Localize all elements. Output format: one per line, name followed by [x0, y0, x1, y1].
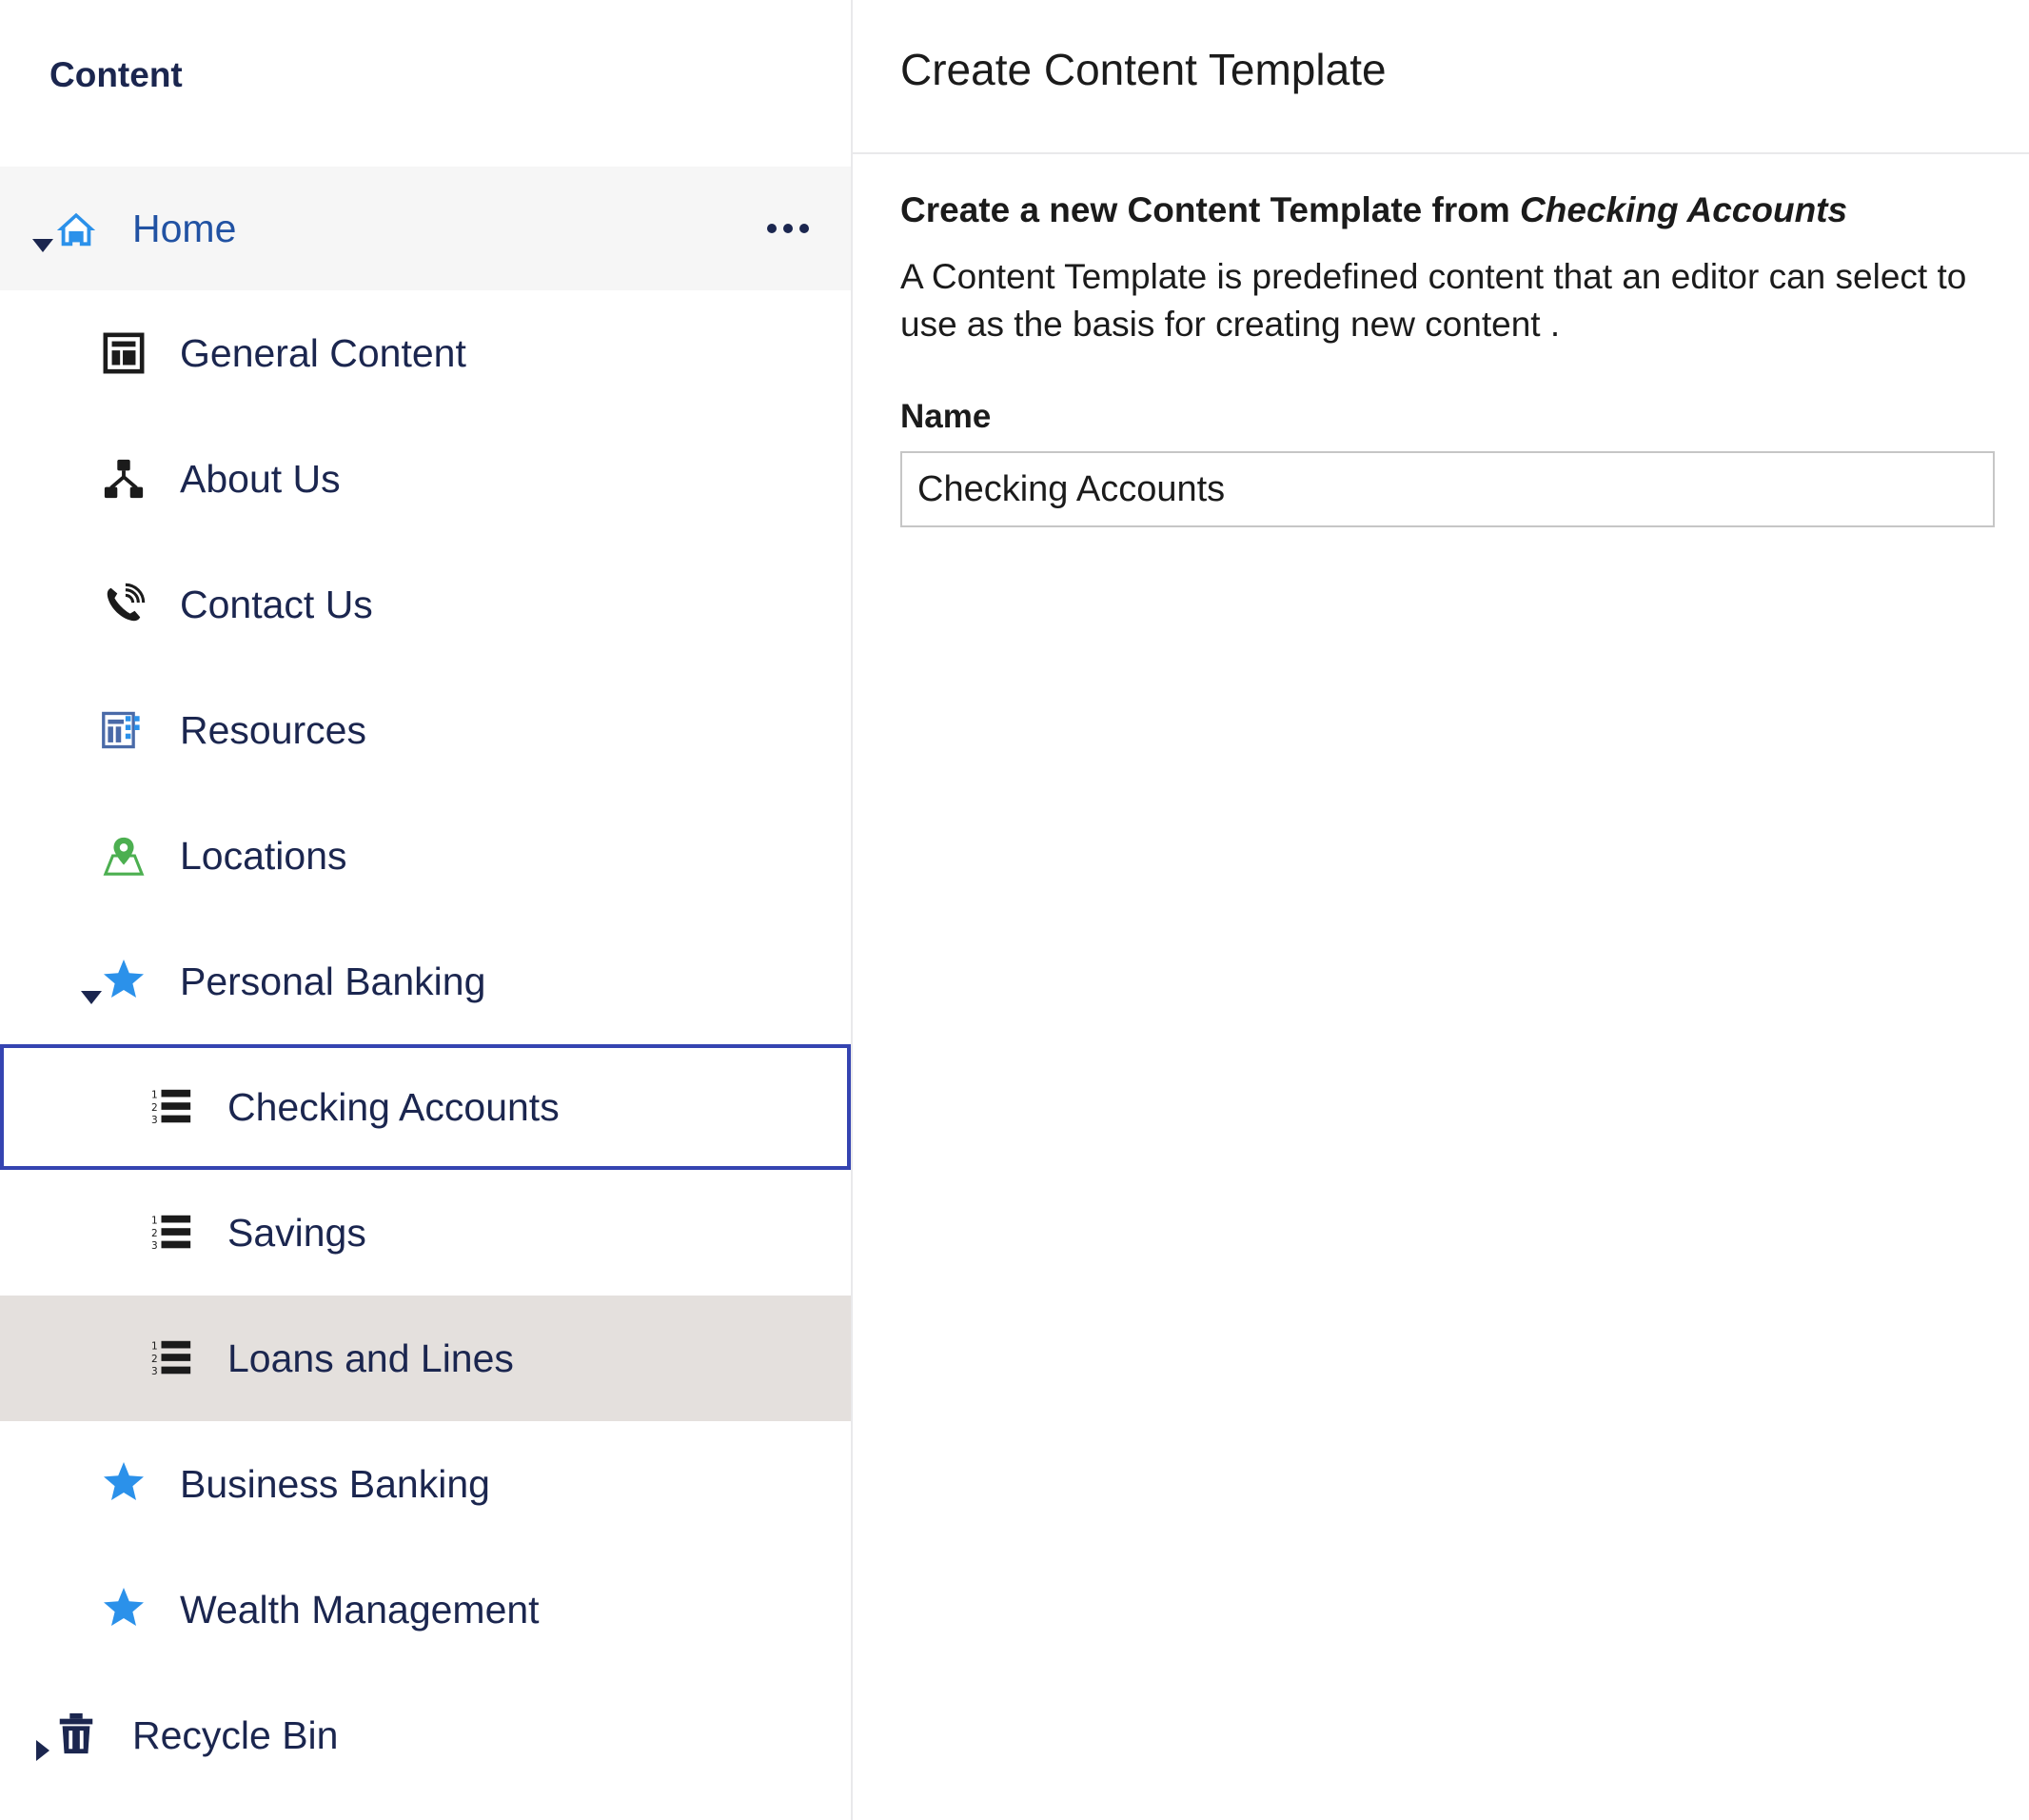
panel-header: Create Content Template — [853, 0, 2029, 154]
ordered-list-icon: 1 23 — [149, 1335, 195, 1381]
svg-text:1: 1 — [151, 1215, 158, 1226]
tree-item-label: Savings — [227, 1210, 366, 1255]
tree-item-label: About Us — [180, 456, 341, 501]
panel-description: A Content Template is predefined content… — [900, 257, 1967, 344]
tree-item-label: Checking Accounts — [227, 1084, 560, 1129]
panel-body: Create a new Content Template from Check… — [900, 190, 1995, 527]
svg-text:2: 2 — [151, 1228, 158, 1239]
create-template-panel: Create Content Template Create a new Con… — [853, 0, 2029, 1820]
home-icon — [53, 207, 99, 252]
tree-item-personal-banking[interactable]: Personal Banking — [0, 919, 851, 1044]
more-options-button[interactable] — [767, 224, 809, 233]
tree-item-resources[interactable]: Resources — [0, 667, 851, 793]
content-tree-sidebar: Content Home General Content About Us Co… — [0, 0, 853, 1820]
panel-subheading: Create a new Content Template from Check… — [900, 190, 1995, 230]
svg-text:3: 3 — [151, 1366, 158, 1377]
svg-text:1: 1 — [151, 1340, 158, 1352]
tree-item-contact-us[interactable]: Contact Us — [0, 542, 851, 667]
tree-item-label: Business Banking — [180, 1461, 490, 1506]
section-title: Content — [49, 55, 183, 94]
star-icon — [101, 1585, 147, 1631]
subheading-prefix: Create a new Content Template from — [900, 190, 1521, 229]
tree-item-checking-accounts[interactable]: 1 23 Checking Accounts — [0, 1044, 851, 1170]
tree-item-business-banking[interactable]: Business Banking — [0, 1421, 851, 1547]
tree-item-label: Contact Us — [180, 582, 373, 626]
template-name-input[interactable] — [900, 451, 1995, 527]
tree-item-about-us[interactable]: About Us — [0, 416, 851, 542]
tree-item-loans-and-lines[interactable]: 1 23 Loans and Lines — [0, 1296, 851, 1421]
map-pin-icon — [101, 833, 147, 879]
svg-text:2: 2 — [151, 1102, 158, 1114]
resources-icon — [101, 707, 147, 753]
expand-caret-icon[interactable] — [36, 1740, 49, 1761]
content-tree: Home General Content About Us Contact Us — [0, 167, 851, 1798]
ordered-list-icon: 1 23 — [149, 1084, 195, 1130]
tree-item-label: Recycle Bin — [132, 1712, 339, 1757]
tree-item-label: Wealth Management — [180, 1587, 540, 1632]
svg-text:3: 3 — [151, 1240, 158, 1252]
panel-title: Create Content Template — [900, 45, 1387, 94]
phone-icon — [101, 582, 147, 627]
svg-text:1: 1 — [151, 1089, 158, 1100]
tree-item-savings[interactable]: 1 23 Savings — [0, 1170, 851, 1296]
tree-item-general-content[interactable]: General Content — [0, 290, 851, 416]
name-field-label: Name — [900, 398, 992, 435]
tree-item-home[interactable]: Home — [0, 167, 851, 290]
star-icon — [101, 957, 147, 1002]
layout-icon — [101, 330, 147, 376]
tree-item-label: Home — [132, 206, 237, 250]
trash-icon — [53, 1711, 99, 1756]
tree-item-label: Loans and Lines — [227, 1335, 514, 1380]
expand-caret-icon[interactable] — [32, 239, 53, 252]
tree-item-label: General Content — [180, 330, 466, 375]
expand-caret-icon[interactable] — [81, 991, 102, 1004]
tree-item-recycle-bin[interactable]: Recycle Bin — [0, 1672, 851, 1798]
sitemap-icon — [101, 456, 147, 502]
svg-text:2: 2 — [151, 1354, 158, 1365]
tree-item-label: Resources — [180, 707, 366, 752]
star-icon — [101, 1459, 147, 1505]
tree-item-locations[interactable]: Locations — [0, 793, 851, 919]
tree-item-label: Personal Banking — [180, 959, 486, 1003]
tree-item-wealth-management[interactable]: Wealth Management — [0, 1547, 851, 1672]
svg-text:3: 3 — [151, 1115, 158, 1126]
ordered-list-icon: 1 23 — [149, 1210, 195, 1256]
subheading-source-name: Checking Accounts — [1520, 190, 1848, 229]
tree-item-label: Locations — [180, 833, 347, 878]
